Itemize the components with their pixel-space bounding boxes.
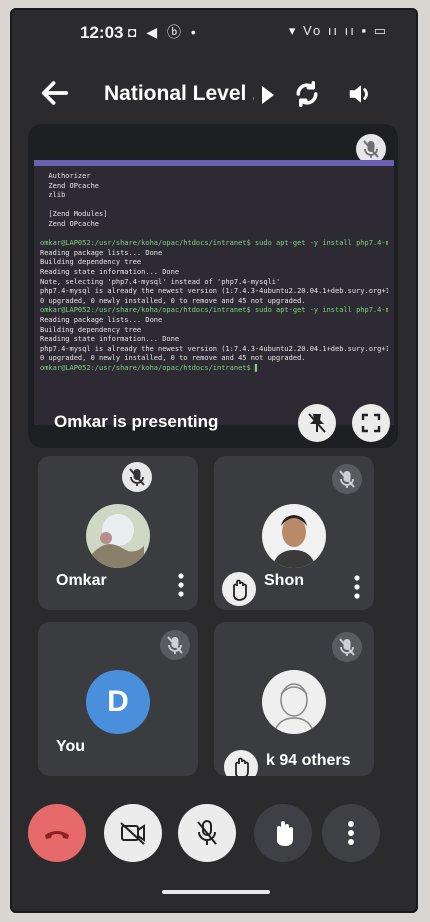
terminal-line: Authorizer xyxy=(40,172,91,180)
avatar xyxy=(262,670,326,734)
mic-toggle-button[interactable] xyxy=(178,804,236,862)
terminal-line: php7.4-mysql is already the newest versi… xyxy=(40,344,388,353)
switch-camera-icon[interactable] xyxy=(292,79,322,109)
terminal-titlebar xyxy=(34,160,394,166)
participant-name: k 94 others xyxy=(266,752,351,769)
terminal-line: Reading package lists... Done xyxy=(40,315,163,324)
terminal-line: zlib xyxy=(40,191,66,200)
raised-hand-icon xyxy=(222,572,256,606)
terminal-line: omkar@LAP052:/usr/share/koha/opac/htdocs… xyxy=(40,363,260,372)
more-vert-icon xyxy=(348,821,354,845)
participant-name: Shon xyxy=(264,572,304,589)
participant-tile[interactable]: D You xyxy=(38,622,198,776)
pin-off-button[interactable] xyxy=(298,404,336,442)
presentation-tile[interactable]: Authorizer Zend OPcache zlib [Zend Modul… xyxy=(28,124,398,448)
camera-toggle-button[interactable] xyxy=(104,804,162,862)
terminal-output: Authorizer Zend OPcache zlib [Zend Modul… xyxy=(40,172,388,373)
terminal-line: Reading package lists... Done xyxy=(40,248,163,257)
presenter-label: Omkar is presenting xyxy=(54,412,219,431)
participant-tile[interactable]: Omkar xyxy=(38,456,198,610)
participant-tile[interactable]: k 94 others xyxy=(214,622,374,776)
terminal-line: Building dependency tree xyxy=(40,258,142,267)
more-options-icon[interactable] xyxy=(352,574,362,600)
back-arrow-icon[interactable] xyxy=(38,76,72,110)
mic-off-icon xyxy=(332,632,362,662)
camera-off-icon xyxy=(120,822,145,845)
notification-icons: ◘ ◀ ⓑ • xyxy=(128,24,199,40)
shared-screen-terminal: Authorizer Zend OPcache zlib [Zend Modul… xyxy=(34,160,394,425)
terminal-line: Zend OPcache xyxy=(40,219,100,228)
more-options-button[interactable] xyxy=(322,804,380,862)
participant-tile[interactable]: Shon xyxy=(214,456,374,610)
meeting-title[interactable]: National Level ... xyxy=(104,82,254,106)
end-call-button[interactable] xyxy=(28,804,86,862)
terminal-line: Note, selecting 'php7.4-mysql' instead o… xyxy=(40,277,281,286)
raise-hand-button[interactable] xyxy=(254,804,312,862)
terminal-line: [Zend Modules] xyxy=(40,210,108,219)
fullscreen-icon xyxy=(361,413,381,433)
fullscreen-button[interactable] xyxy=(352,404,390,442)
terminal-line: Reading state information... Done xyxy=(40,267,180,276)
signal-battery-icons: ▾ Vo ıı ıı ▪ ▭ xyxy=(288,23,388,38)
call-controls xyxy=(10,804,418,874)
raised-hand-icon xyxy=(224,750,258,776)
hang-up-icon xyxy=(45,831,69,839)
status-time: 12:03 xyxy=(80,23,124,42)
avatar: D xyxy=(86,670,150,734)
terminal-line: 0 upgraded, 0 newly installed, 0 to remo… xyxy=(40,296,306,305)
avatar xyxy=(86,504,150,568)
meet-call-screen: 12:03 ◘ ◀ ⓑ • ▾ Vo ıı ıı ▪ ▭ National Le… xyxy=(10,8,418,913)
terminal-line: Zend OPcache xyxy=(40,181,100,190)
participant-name: Omkar xyxy=(56,572,107,589)
mic-off-icon xyxy=(332,464,362,494)
terminal-line: omkar@LAP052:/usr/share/koha/opac/htdocs… xyxy=(40,239,388,248)
mic-off-icon xyxy=(160,630,190,660)
terminal-line: php7.4-mysql is already the newest versi… xyxy=(40,287,388,296)
terminal-line: Building dependency tree xyxy=(40,325,142,334)
avatar xyxy=(262,504,326,568)
call-header: National Level ... xyxy=(10,68,418,124)
home-indicator xyxy=(162,890,270,894)
terminal-line: omkar@LAP052:/usr/share/koha/opac/htdocs… xyxy=(40,306,388,315)
chevron-right-icon[interactable] xyxy=(260,86,276,104)
avatar-letter: D xyxy=(107,685,129,718)
mic-off-icon xyxy=(197,820,217,845)
more-options-icon[interactable] xyxy=(176,572,186,598)
mic-off-icon xyxy=(122,462,152,492)
status-bar: 12:03 ◘ ◀ ⓑ • ▾ Vo ıı ıı ▪ ▭ xyxy=(10,8,418,56)
terminal-line: Reading state information... Done xyxy=(40,335,180,344)
participant-name: You xyxy=(56,738,86,755)
unpin-icon xyxy=(308,413,326,433)
terminal-line: 0 upgraded, 0 newly installed, 0 to remo… xyxy=(40,354,306,363)
hand-icon xyxy=(277,821,293,846)
speaker-icon[interactable] xyxy=(346,79,376,109)
